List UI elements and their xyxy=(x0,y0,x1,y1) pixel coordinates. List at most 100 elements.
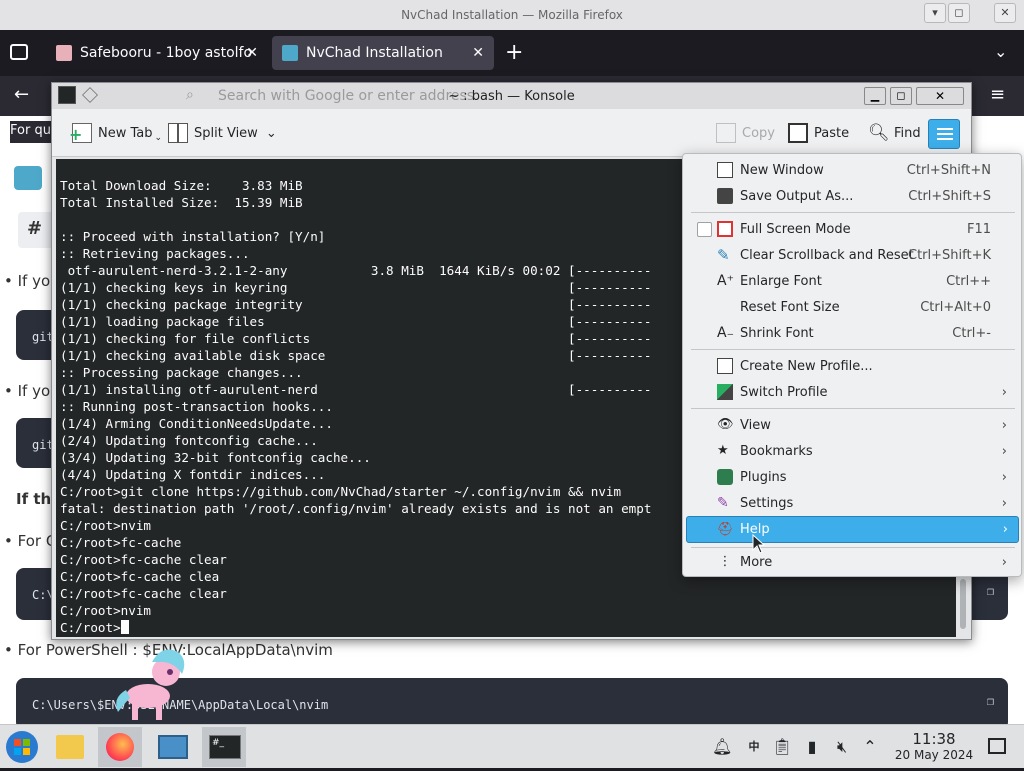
mouse-cursor xyxy=(752,534,766,554)
menu-item-switch-profile[interactable]: Switch Profile › xyxy=(687,380,1017,404)
show-desktop-icon[interactable] xyxy=(988,738,1006,754)
menu-item-enlarge-font[interactable]: A⁺ Enlarge Font Ctrl++ xyxy=(687,269,1017,293)
hamburger-menu-button[interactable] xyxy=(928,119,960,149)
menu-item-clear-scrollback[interactable]: ✎ Clear Scrollback and Reset Ctrl+Shift+… xyxy=(687,243,1017,267)
paste-icon xyxy=(788,123,808,143)
menu-label: Full Screen Mode xyxy=(740,221,851,237)
taskbar-konsole[interactable]: #_ xyxy=(202,727,246,767)
menu-item-settings[interactable]: ✎ Settings › xyxy=(687,491,1017,515)
copy-icon[interactable]: ❐ xyxy=(987,694,994,708)
clipboard-icon[interactable]: 📋︎ xyxy=(772,737,792,757)
close-tab-icon[interactable]: ✕ xyxy=(246,45,258,61)
close-icon[interactable]: ✕ xyxy=(916,87,964,105)
new-window-icon xyxy=(717,162,733,178)
menu-item-plugins[interactable]: Plugins › xyxy=(687,465,1017,489)
menu-item-create-profile[interactable]: Create New Profile... xyxy=(687,354,1017,378)
system-settings-icon xyxy=(158,735,188,759)
more-icon: ⋮ xyxy=(718,554,732,569)
new-tab-label: New Tab xyxy=(98,125,153,141)
menu-item-new-window[interactable]: New Window Ctrl+Shift+N xyxy=(687,158,1017,182)
notification-bell-icon[interactable]: 🔔︎ xyxy=(712,737,732,757)
menu-shortcut: Ctrl++ xyxy=(946,273,991,289)
paste-button[interactable]: Paste xyxy=(784,119,853,147)
menu-label: Create New Profile... xyxy=(740,358,873,374)
scrollbar-thumb[interactable] xyxy=(960,579,966,629)
minimize-icon[interactable]: ▁ xyxy=(864,87,886,105)
menu-item-more[interactable]: ⋮ More › xyxy=(687,550,1017,574)
menu-item-shrink-font[interactable]: A₋ Shrink Font Ctrl+- xyxy=(687,321,1017,345)
menu-item-view[interactable]: 👁︎ View › xyxy=(687,413,1017,437)
terminal-line: (4/4) Updating X fontdir indices... xyxy=(60,467,326,482)
menu-icon[interactable]: ≡ xyxy=(990,84,1005,105)
taskbar-firefox[interactable] xyxy=(98,727,142,767)
menu-item-bookmarks[interactable]: ★ Bookmarks › xyxy=(687,439,1017,463)
bullet-text: • For C xyxy=(4,532,57,550)
maximize-icon[interactable]: ◻ xyxy=(890,87,912,105)
clock-time[interactable]: 11:38 xyxy=(890,730,978,748)
terminal-output: Total Download Size: 3.83 MiB Total Insta… xyxy=(60,177,651,636)
chevron-right-icon: › xyxy=(1001,554,1007,570)
battery-icon[interactable]: ▮ xyxy=(802,737,822,757)
new-tab-button[interactable]: + New Tab ⌄ xyxy=(68,119,166,147)
copy-icon[interactable]: ❐ xyxy=(987,584,994,598)
maximize-icon[interactable]: ◻ xyxy=(948,3,970,23)
terminal-line: (2/4) Updating fontconfig cache... xyxy=(60,433,318,448)
menu-shortcut: Ctrl+Alt+0 xyxy=(920,299,991,315)
menu-label: Enlarge Font xyxy=(740,273,822,289)
terminal-line: :: Retrieving packages... xyxy=(60,246,250,261)
terminal-prompt-line[interactable]: C:/root> xyxy=(60,619,651,636)
chevron-down-icon[interactable]: ⌄ xyxy=(994,42,1007,61)
switch-profile-icon xyxy=(717,384,733,400)
konsole-toolbar: + New Tab ⌄ Split View ⌄ Copy Paste 🔍︎ F… xyxy=(52,109,971,157)
find-button[interactable]: 🔍︎ Find xyxy=(864,119,925,147)
taskbar-file-manager[interactable] xyxy=(48,727,92,767)
tab-safebooru[interactable]: Safebooru - 1boy astolfo ✕ xyxy=(46,36,268,70)
menu-label: Clear Scrollback and Reset xyxy=(740,247,914,263)
menu-item-help[interactable]: ⛑︎ Help › xyxy=(686,516,1019,543)
terminal-line: C:/root>git clone https://github.com/NvC… xyxy=(60,484,622,499)
terminal-line: C:/root>fc-cache clear xyxy=(60,552,227,567)
firefox-window-title: NvChad Installation — Mozilla Firefox xyxy=(401,8,623,22)
terminal-line: C:/root>fc-cache clea xyxy=(60,569,220,584)
menu-item-save-output[interactable]: Save Output As... Ctrl+Shift+S xyxy=(687,184,1017,208)
menu-separator xyxy=(691,349,1015,350)
menu-label: Plugins xyxy=(740,469,787,485)
clock-date[interactable]: 20 May 2024 xyxy=(890,748,978,762)
chevron-up-icon[interactable]: ⌃ xyxy=(860,737,880,757)
start-menu-button[interactable] xyxy=(0,727,44,767)
split-view-button[interactable]: Split View ⌄ xyxy=(164,119,281,147)
menu-item-full-screen[interactable]: Full Screen Mode F11 xyxy=(687,217,1017,241)
folder-icon xyxy=(56,735,84,759)
chevron-right-icon: › xyxy=(1001,495,1007,511)
view-icon: 👁︎ xyxy=(717,417,734,432)
copy-label: Copy xyxy=(742,125,775,141)
close-tab-icon[interactable]: ✕ xyxy=(472,45,484,61)
tab-nvchad[interactable]: NvChad Installation ✕ xyxy=(272,36,494,70)
konsole-titlebar[interactable]: ⌕ Search with Google or enter address ~ … xyxy=(52,83,971,109)
menu-label: Shrink Font xyxy=(740,325,814,341)
terminal-line: C:/root>nvim xyxy=(60,603,151,618)
minimize-icon[interactable]: ▾ xyxy=(924,3,946,23)
volume-muted-icon[interactable]: 🔇︎ xyxy=(832,737,852,757)
taskbar-system-settings[interactable] xyxy=(150,727,194,767)
menu-label: New Window xyxy=(740,162,824,178)
firefox-icon xyxy=(106,733,134,761)
desktop-pony-sprite[interactable] xyxy=(112,640,192,724)
terminal-line: (1/1) checking keys in keyring [--------… xyxy=(60,280,652,295)
chevron-right-icon: › xyxy=(1001,443,1007,459)
close-icon[interactable]: ✕ xyxy=(994,3,1016,23)
back-icon[interactable]: ← xyxy=(14,84,29,105)
input-method-icon[interactable]: 中 xyxy=(742,737,766,757)
terminal-line: Total Installed Size: 15.39 MiB xyxy=(60,195,303,210)
konsole-title: ~ : bash — Konsole xyxy=(448,89,575,104)
terminal-line: :: Running post-transaction hooks... xyxy=(60,399,333,414)
terminal-cursor xyxy=(120,620,129,634)
bookmarks-icon: ★ xyxy=(717,443,729,458)
create-profile-icon xyxy=(717,358,733,374)
full-screen-checkbox[interactable] xyxy=(697,221,712,237)
chevron-down-icon: ⌄ xyxy=(265,125,277,141)
copy-button[interactable]: Copy xyxy=(712,119,779,147)
tab-list-icon[interactable] xyxy=(10,44,28,60)
new-tab-icon[interactable]: + xyxy=(505,40,523,65)
menu-item-reset-font[interactable]: Reset Font Size Ctrl+Alt+0 xyxy=(687,295,1017,319)
